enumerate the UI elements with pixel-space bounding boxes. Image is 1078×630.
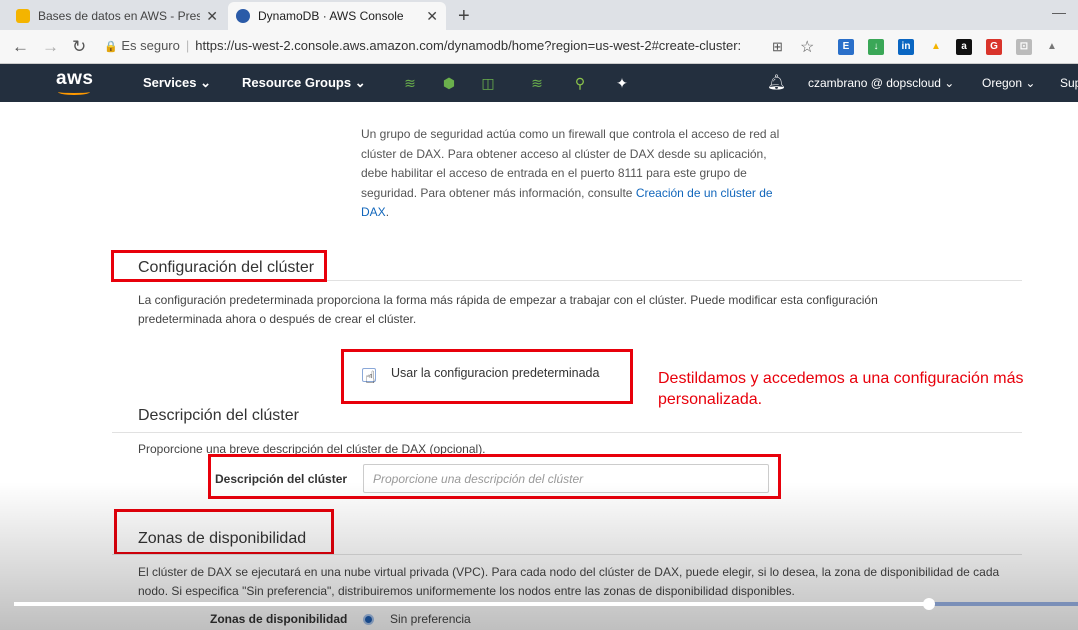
forward-arrow-icon[interactable]: → xyxy=(42,37,59,57)
service-shortcut-icon[interactable]: ≋ xyxy=(403,75,417,91)
address-bar: ← → ↻ 🔒 Es seguro | https://us-west-2.cons… xyxy=(0,30,1078,64)
video-progress-bar[interactable] xyxy=(14,598,1078,610)
user-menu[interactable]: czambrano @ dopscloud ⌄ xyxy=(808,76,954,90)
service-shortcut-icon[interactable]: ≋ xyxy=(530,75,544,91)
close-tab-icon[interactable]: ✕ xyxy=(206,8,218,25)
cluster-description-input[interactable] xyxy=(363,464,769,493)
lock-icon: 🔒 xyxy=(104,41,118,53)
tab-presentation[interactable]: Bases de datos en AWS - Presen ✕ xyxy=(8,2,226,30)
cluster-description-heading: Descripción del clúster xyxy=(138,407,299,424)
reload-icon[interactable]: ↻ xyxy=(72,37,86,57)
service-shortcut-icon[interactable]: ⚲ xyxy=(573,75,587,91)
service-shortcut-icon[interactable]: ⬢ xyxy=(442,75,456,91)
extension-icon[interactable]: ▲ xyxy=(1044,39,1060,55)
slides-favicon-icon xyxy=(16,9,30,23)
pin-icon[interactable]: ✦ xyxy=(615,75,629,91)
security-group-help-text: Un grupo de seguridad actúa como un fire… xyxy=(361,127,780,219)
extension-icon[interactable]: E xyxy=(838,39,854,55)
video-remaining-track xyxy=(929,602,1078,606)
linkedin-icon[interactable]: in xyxy=(898,39,914,55)
new-tab-icon[interactable]: + xyxy=(458,5,470,28)
no-preference-label[interactable]: Sin preferencia xyxy=(390,612,471,626)
availability-zones-description: El clúster de DAX se ejecutará en una nu… xyxy=(138,565,1000,598)
video-progress-fill xyxy=(14,602,930,606)
services-menu[interactable]: Services ⌄ xyxy=(143,75,211,91)
bell-icon[interactable]: 🔔︎ xyxy=(767,73,786,91)
dynamodb-favicon-icon xyxy=(236,9,250,23)
translate-icon[interactable]: ⊞ xyxy=(772,39,783,55)
resource-groups-menu[interactable]: Resource Groups ⌄ xyxy=(242,75,366,91)
back-arrow-icon[interactable]: ← xyxy=(12,37,29,57)
secure-label: Es seguro xyxy=(121,38,180,53)
url-text: https://us-west-2.console.aws.amazon.com… xyxy=(195,38,742,53)
highlight-box xyxy=(111,250,327,282)
region-menu[interactable]: Oregon ⌄ xyxy=(982,76,1035,90)
browser-tab-bar: Bases de datos en AWS - Presen ✕ DynamoD… xyxy=(0,0,1078,30)
tab-title: Bases de datos en AWS - Presen xyxy=(38,9,201,23)
video-scrubber-handle[interactable] xyxy=(923,598,936,610)
annotation-text: Destildamos y accedemos a una configurac… xyxy=(658,370,1024,408)
no-preference-radio[interactable] xyxy=(363,614,374,625)
availability-zones-heading: Zonas de disponibilidad xyxy=(138,530,307,547)
drive-icon[interactable]: ▲ xyxy=(928,39,944,55)
aws-navbar: aws Services ⌄ Resource Groups ⌄ ≋ ⬢ ◫ ≋… xyxy=(0,64,1078,102)
hand-cursor-icon: ☝︎ xyxy=(365,368,376,387)
create-cluster-form: Un grupo de seguridad actúa como un fire… xyxy=(0,102,1078,630)
aws-logo[interactable]: aws xyxy=(56,68,93,95)
availability-zones-label: Zonas de disponibilidad xyxy=(210,612,348,626)
amazon-extension-icon[interactable]: a xyxy=(956,39,972,55)
service-shortcut-icon[interactable]: ◫ xyxy=(481,75,495,91)
pdf-extension-icon[interactable]: ⊡ xyxy=(1016,39,1032,55)
tab-dynamodb[interactable]: DynamoDB · AWS Console ✕ xyxy=(228,2,446,30)
cluster-description-label: Descripción del clúster xyxy=(215,472,348,486)
video-shade-overlay xyxy=(0,482,1078,630)
close-tab-icon[interactable]: ✕ xyxy=(426,8,438,25)
support-menu[interactable]: Sup xyxy=(1060,76,1078,90)
extension-icon[interactable]: G xyxy=(986,39,1002,55)
extension-icon[interactable]: ↓ xyxy=(868,39,884,55)
default-config-label[interactable]: Usar la configuracion predeterminada xyxy=(391,366,599,380)
tab-title: DynamoDB · AWS Console xyxy=(258,9,404,23)
cluster-config-description: La configuración predeterminada proporci… xyxy=(138,293,878,326)
minimize-icon[interactable]: — xyxy=(1052,4,1066,20)
url-field[interactable]: 🔒 Es seguro | https://us-west-2.console.aw… xyxy=(104,38,741,53)
bookmark-star-icon[interactable]: ☆ xyxy=(800,37,814,57)
